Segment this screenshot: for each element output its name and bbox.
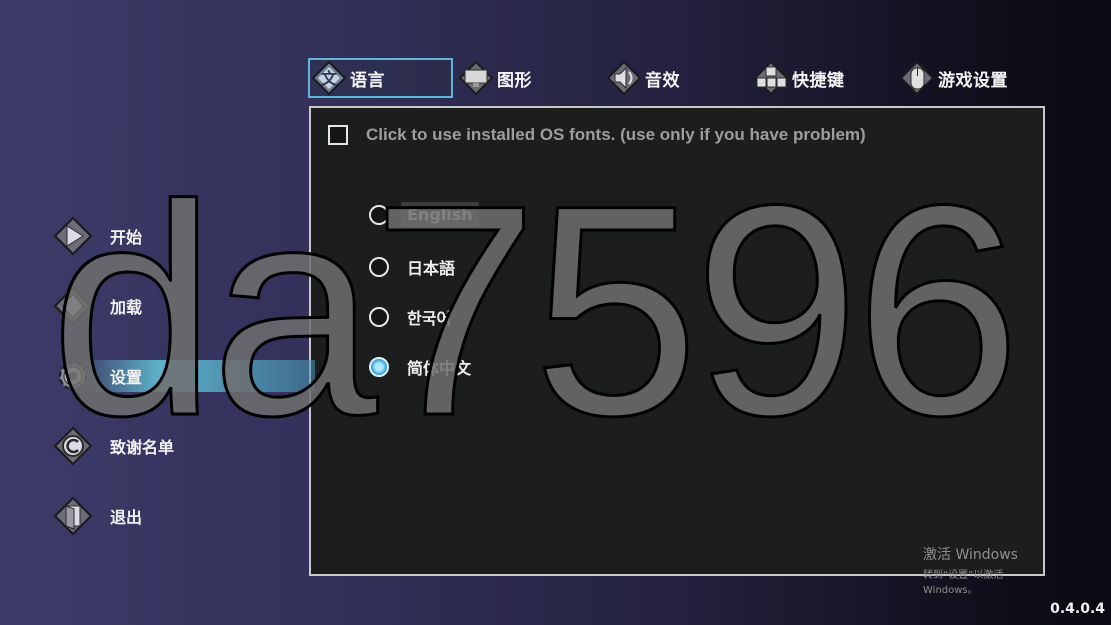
copyright-icon	[52, 425, 94, 467]
language-option-simplified-chinese[interactable]: 简体中文	[369, 352, 477, 382]
menu-item-label: 加载	[110, 298, 143, 317]
menu-item-load[interactable]: 加载	[52, 284, 142, 328]
menu-item-label: 开始	[110, 228, 143, 247]
tab-game-settings[interactable]: 游戏设置	[898, 58, 1048, 98]
gear-icon	[52, 355, 94, 397]
tab-graphics[interactable]: 图形	[457, 58, 577, 98]
language-label: English	[401, 202, 479, 227]
os-fonts-option[interactable]: Click to use installed OS fonts. (use on…	[328, 125, 866, 145]
tab-hotkeys-label: 快捷键	[792, 70, 845, 91]
menu-item-exit[interactable]: 退出	[52, 494, 142, 538]
menu-item-start[interactable]: 开始	[52, 214, 142, 258]
os-fonts-checkbox[interactable]	[328, 125, 348, 145]
menu-item-settings[interactable]: 设置	[52, 354, 142, 398]
windows-activation-notice: 激活 Windows 转到“设置”以激活 Windows。	[923, 544, 1043, 596]
svg-text:文: 文	[321, 69, 338, 88]
language-label: 简体中文	[407, 359, 472, 378]
radio-korean[interactable]	[369, 307, 389, 327]
tab-graphics-label: 图形	[497, 70, 532, 91]
menu-item-credits[interactable]: 致谢名单	[52, 424, 174, 468]
language-label: 日本語	[407, 259, 456, 278]
exit-door-icon	[52, 495, 94, 537]
monitor-icon	[457, 59, 495, 97]
menu-item-label: 退出	[110, 508, 143, 527]
menu-item-label: 致谢名单	[110, 438, 175, 457]
tab-sound[interactable]: 音效	[605, 58, 725, 98]
settings-tabs: 文 语言 图形 音效 快捷键 游戏设置	[305, 58, 1050, 102]
activation-title: 激活 Windows	[923, 547, 1018, 563]
language-option-english[interactable]: English	[369, 202, 479, 227]
tab-language[interactable]: 文 语言	[308, 58, 453, 98]
tab-language-label: 语言	[350, 70, 385, 91]
radio-english[interactable]	[369, 204, 389, 225]
radio-japanese[interactable]	[369, 257, 389, 277]
language-option-korean[interactable]: 한국어	[369, 302, 457, 332]
language-option-japanese[interactable]: 日本語	[369, 252, 461, 282]
speaker-icon	[605, 59, 643, 97]
version-label: 0.4.0.4	[1050, 601, 1105, 617]
tab-hotkeys[interactable]: 快捷键	[752, 58, 892, 98]
load-icon	[52, 285, 94, 327]
mouse-icon	[898, 59, 936, 97]
activation-subtitle: 转到“设置”以激活 Windows。	[923, 570, 1004, 596]
language-label: 한국어	[407, 309, 452, 328]
language-panel: Click to use installed OS fonts. (use on…	[309, 106, 1045, 596]
tab-sound-label: 音效	[645, 70, 680, 91]
language-icon: 文	[310, 59, 348, 97]
menu-item-label: 设置	[110, 368, 143, 387]
radio-simplified-chinese[interactable]	[369, 357, 389, 377]
os-fonts-label: Click to use installed OS fonts. (use on…	[366, 125, 866, 144]
keyboard-icon	[752, 59, 790, 97]
tab-game-settings-label: 游戏设置	[938, 70, 1008, 91]
play-icon	[52, 215, 94, 257]
